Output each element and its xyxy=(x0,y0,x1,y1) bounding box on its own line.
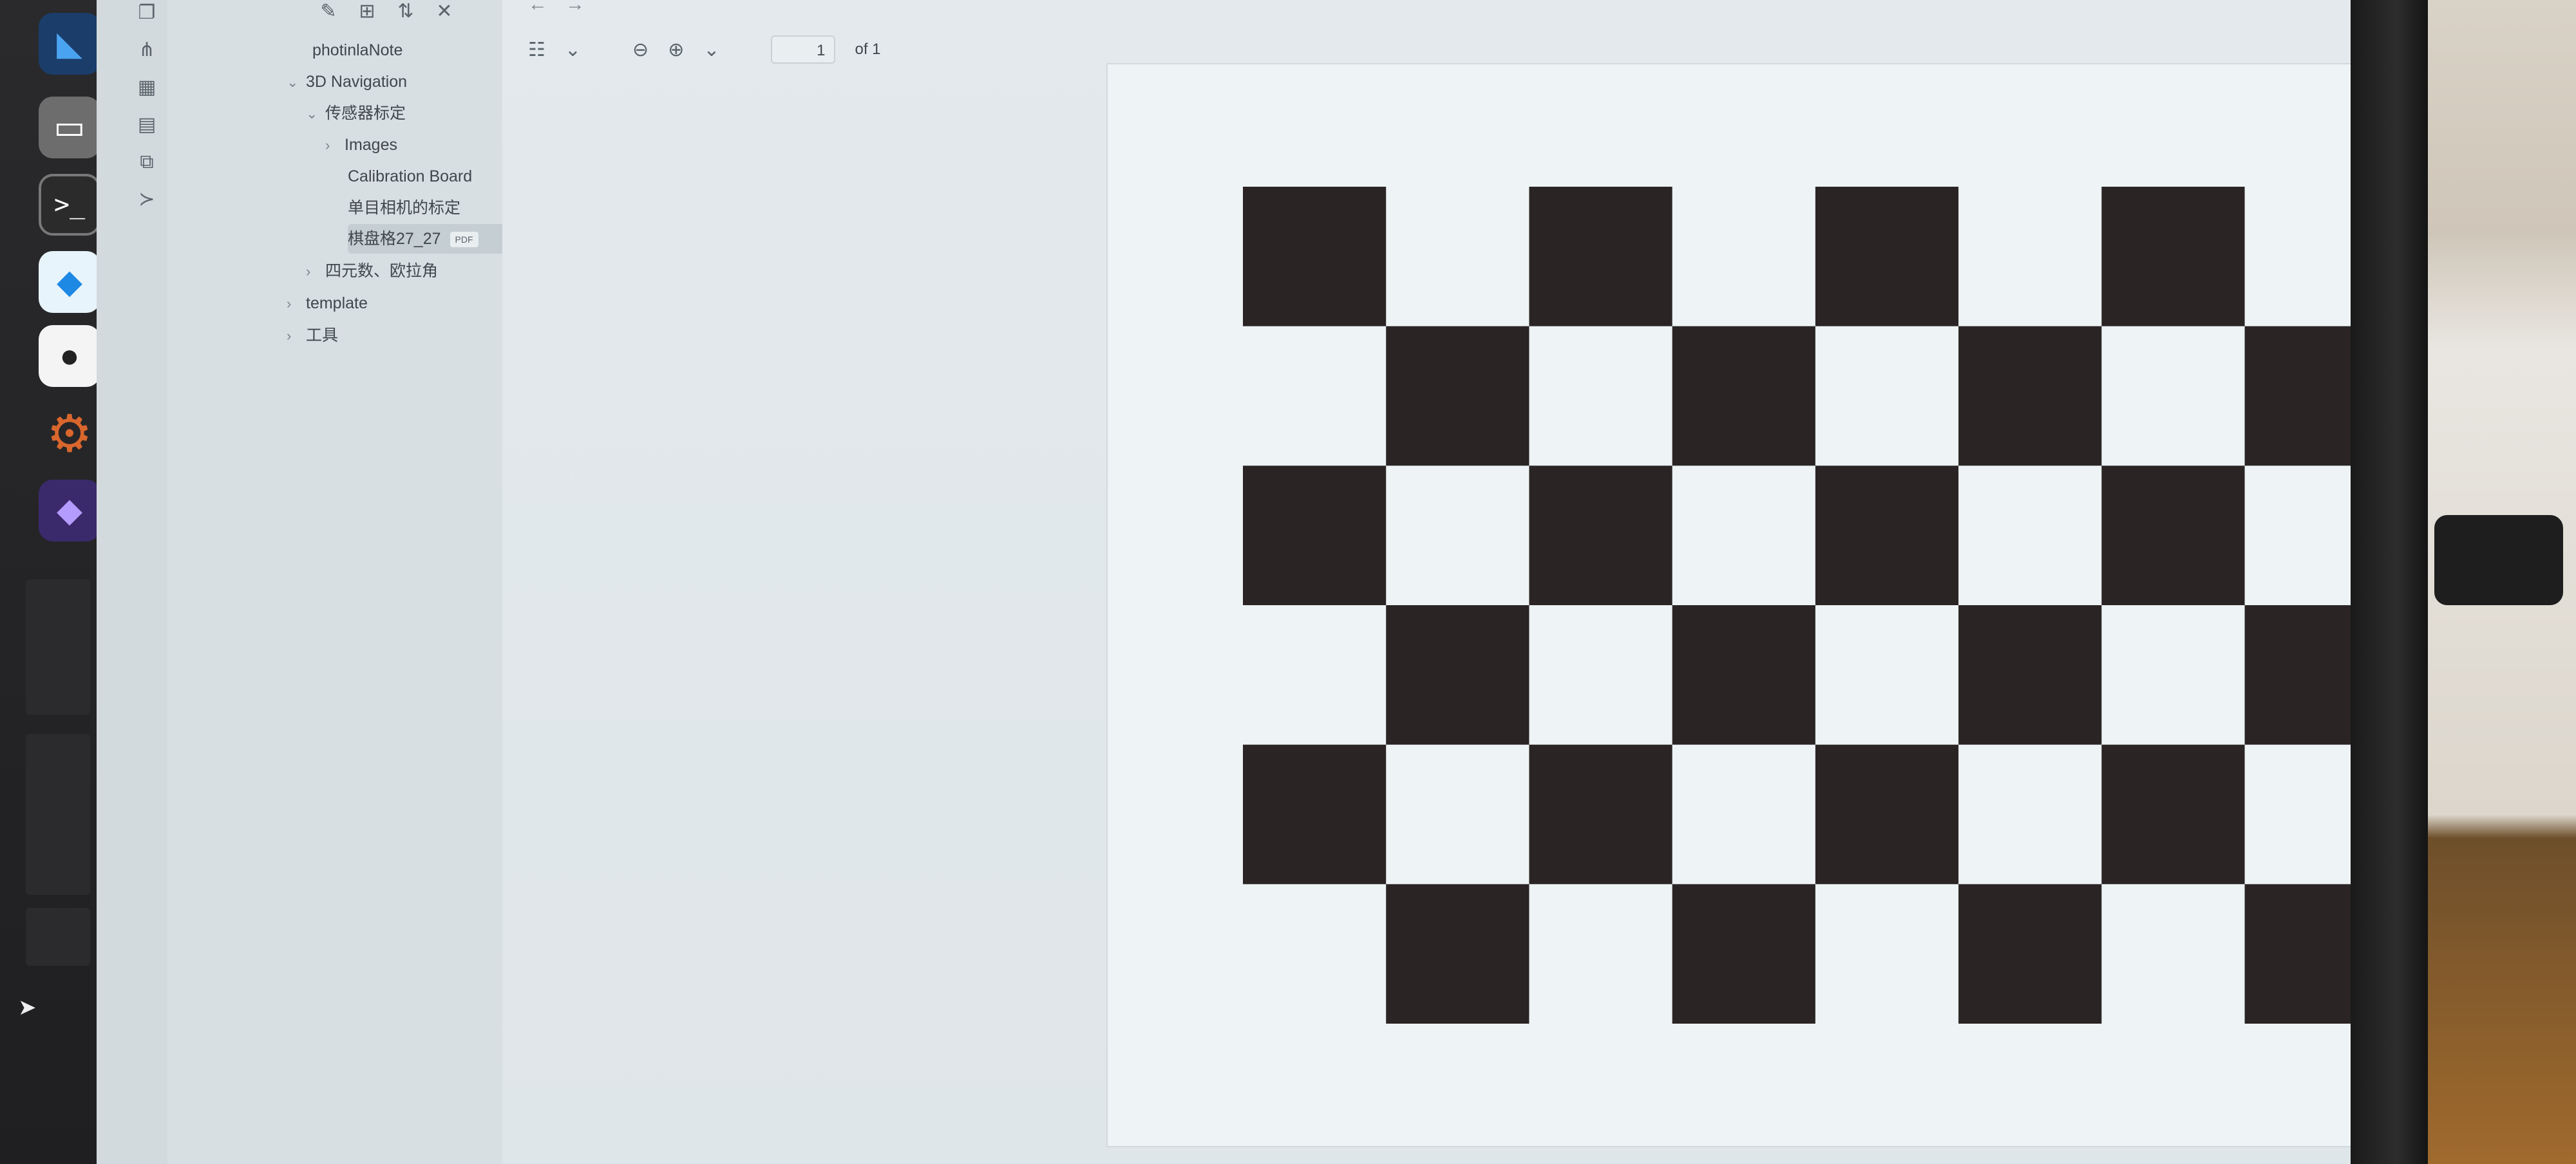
vscode-icon[interactable]: ◣ xyxy=(39,13,100,75)
grid-icon[interactable]: ▦ xyxy=(134,75,160,100)
checkerboard-square xyxy=(1386,884,1530,1024)
tree-file-mono-camera-calibration[interactable]: 单目相机的标定 xyxy=(348,193,460,223)
left-ribbon: ❐ ⋔ ▦ ▤ ⧉ ≻ ⊡ ? xyxy=(97,0,198,1164)
nav-arrows: ←→ xyxy=(528,0,603,15)
checkerboard-square xyxy=(2244,605,2351,745)
checkerboard-square xyxy=(1672,884,1815,1024)
checkerboard-square xyxy=(1243,744,1387,885)
page-number-input[interactable]: 1 xyxy=(771,35,836,64)
system-dock: ◣ ▭ >_ ◆ ● ⚙ ◆ ➤ xyxy=(0,0,100,1164)
checkerboard-square xyxy=(1815,187,1959,326)
tree-folder-template[interactable]: › template xyxy=(287,288,368,318)
new-folder-icon[interactable]: ⊞ xyxy=(354,0,380,26)
tree-label: Images xyxy=(345,136,397,154)
tree-folder-quaternion[interactable]: › 四元数、欧拉角 xyxy=(306,256,438,286)
tree-folder-tools[interactable]: › 工具 xyxy=(287,321,338,350)
checkerboard-square xyxy=(1386,326,1530,466)
azure-icon[interactable]: ◆ xyxy=(39,251,100,313)
back-arrow-icon[interactable]: ← xyxy=(528,0,565,15)
checkerboard-square xyxy=(1529,744,1672,885)
chevron-right-icon: › xyxy=(325,137,330,153)
chevron-right-icon: › xyxy=(306,263,311,279)
checkerboard-square xyxy=(2101,744,2245,885)
checkerboard-square xyxy=(1958,884,2102,1024)
zoom-in-icon[interactable]: ⊕ xyxy=(668,39,684,61)
tree-label: 3D Navigation xyxy=(306,73,408,91)
tree-label: Calibration Board xyxy=(348,167,473,185)
checkerboard-square xyxy=(1815,465,1959,605)
terminal-glyph: >_ xyxy=(53,190,86,220)
obsidian-icon[interactable]: ◆ xyxy=(39,480,100,541)
checkerboard-square xyxy=(1243,187,1387,326)
checkerboard-square xyxy=(1529,187,1672,326)
settings-icon[interactable]: ⚙ xyxy=(39,402,100,464)
pdf-viewer: ←→ ☷ ⌄ ⊖ ⊕ ⌄ 1 of 1 xyxy=(502,0,2351,1164)
graph-icon[interactable]: ⋔ xyxy=(134,37,160,63)
checkerboard-square xyxy=(1386,605,1530,745)
checkerboard-square xyxy=(1672,605,1815,745)
page-count: of 1 xyxy=(855,41,881,58)
outline-icon[interactable]: ☷ xyxy=(528,39,545,61)
files-icon[interactable]: ❐ xyxy=(134,0,160,26)
pdf-page xyxy=(1108,64,2351,1146)
tree-label: 单目相机的标定 xyxy=(348,199,461,217)
sort-icon[interactable]: ⇅ xyxy=(393,0,419,26)
tree-file-checkerboard-label[interactable]: 棋盘格27_27 PDF xyxy=(348,224,478,254)
calendar-icon[interactable]: ▤ xyxy=(134,112,160,138)
file-explorer: ✎ ⊞ ⇅ ✕ photinlaNote ⌄ 3D Navigation ⌄ 传感器… xyxy=(167,0,567,1164)
checkerboard-square xyxy=(1815,744,1959,885)
checkerboard xyxy=(1243,187,2351,1024)
terminal-icon[interactable]: >_ xyxy=(39,174,100,236)
checkerboard-square xyxy=(1958,326,2102,466)
dock-empty-slot xyxy=(26,734,90,895)
checkerboard-square xyxy=(2101,465,2245,605)
tree-label: 棋盘格27_27 xyxy=(348,230,441,248)
monitor-bezel xyxy=(2351,0,2428,1164)
chevron-right-icon: › xyxy=(287,296,292,312)
copy-icon[interactable]: ⧉ xyxy=(134,149,160,175)
vault-name: photinlaNote xyxy=(312,41,403,59)
chevron-down-icon: ⌄ xyxy=(306,106,318,122)
clash-icon[interactable]: ● xyxy=(39,325,100,387)
pdf-toolbar: ☷ ⌄ ⊖ ⊕ ⌄ 1 of 1 xyxy=(528,33,881,66)
checkerboard-square xyxy=(2101,187,2245,326)
pdf-badge: PDF xyxy=(450,232,478,248)
chevron-right-icon: › xyxy=(287,328,292,344)
dock-empty-slot xyxy=(26,908,90,966)
tree-folder-3d-navigation[interactable]: ⌄ 3D Navigation xyxy=(287,67,407,97)
tree-label: 四元数、欧拉角 xyxy=(325,262,439,280)
collapse-icon[interactable]: ✕ xyxy=(431,0,457,26)
tree-label: template xyxy=(306,294,368,312)
obsidian-window: ❐ ⋔ ▦ ▤ ⧉ ≻ ⊡ ? ✎ ⊞ ⇅ ✕ photinlaNote ⌄ 3D… xyxy=(97,0,2351,1164)
chevron-down-icon[interactable]: ⌄ xyxy=(703,39,719,61)
tree-label: 传感器标定 xyxy=(325,104,406,122)
zoom-out-icon[interactable]: ⊖ xyxy=(632,39,649,61)
new-note-icon[interactable]: ✎ xyxy=(316,0,341,26)
dock-empty-slot xyxy=(26,579,90,715)
checkerboard-square xyxy=(1672,326,1815,466)
checkerboard-square xyxy=(2244,326,2351,466)
checkerboard-square xyxy=(1958,605,2102,745)
checkerboard-square xyxy=(1529,465,1672,605)
checkerboard-square xyxy=(1243,465,1387,605)
mouse-pointer-icon: ➤ xyxy=(18,995,37,1020)
forward-arrow-icon[interactable]: → xyxy=(565,0,603,15)
terminal-icon[interactable]: ≻ xyxy=(134,187,160,212)
files-icon[interactable]: ▭ xyxy=(39,97,100,158)
tree-folder-images[interactable]: › Images xyxy=(325,130,397,160)
tree-file-calibration-board[interactable]: Calibration Board xyxy=(348,162,472,191)
chevron-down-icon: ⌄ xyxy=(287,74,299,90)
chevron-down-icon[interactable]: ⌄ xyxy=(565,39,581,61)
tree-folder-sensor-calibration[interactable]: ⌄ 传感器标定 xyxy=(306,99,406,128)
checkerboard-square xyxy=(2244,884,2351,1024)
tree-label: 工具 xyxy=(306,326,339,344)
office-chair xyxy=(2434,515,2563,605)
